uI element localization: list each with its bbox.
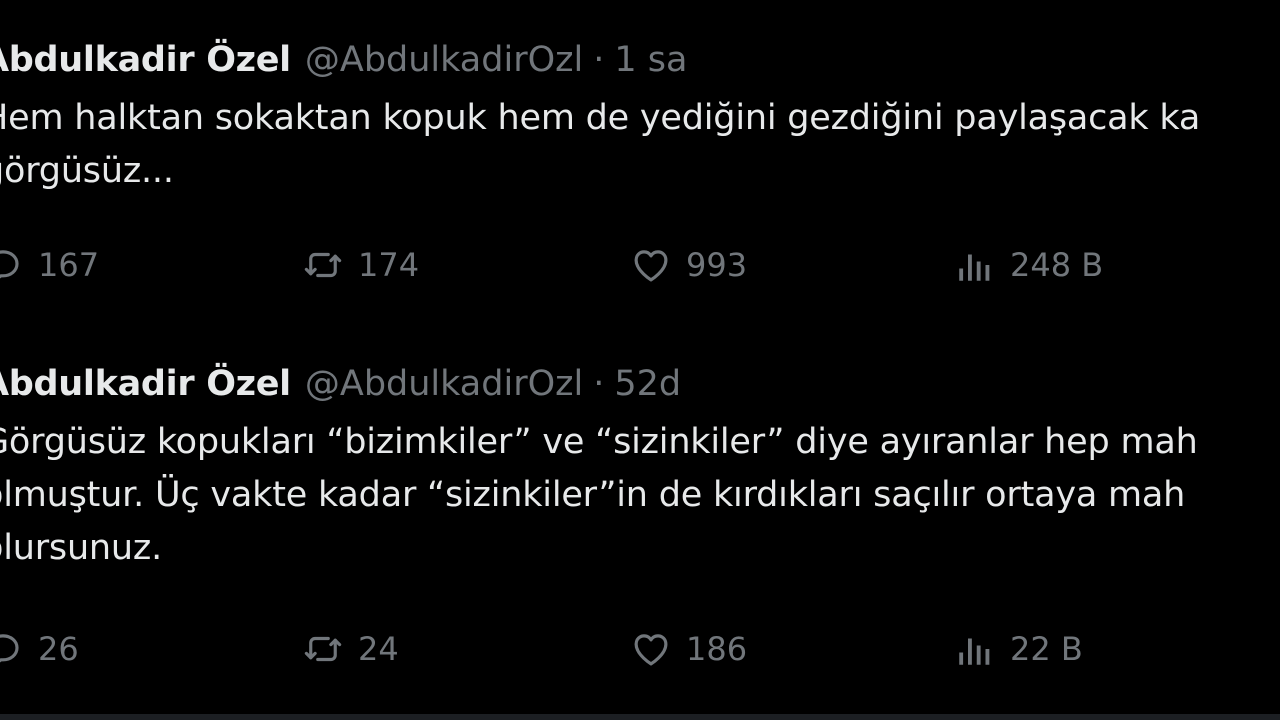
retweet-icon — [304, 252, 342, 278]
like-button[interactable]: 993 — [630, 240, 747, 290]
views-button[interactable]: 248 B — [954, 240, 1103, 290]
reply-button[interactable]: 26 — [0, 624, 79, 674]
like-button[interactable]: 186 — [630, 624, 747, 674]
tweet-text: Hem halktan sokaktan kopuk hem de yediği… — [0, 98, 1201, 191]
bottom-divider — [0, 714, 1280, 720]
retweet-count: 174 — [358, 246, 420, 284]
tweet-actions: 167 174 993 248 B — [0, 240, 1280, 290]
tweet-text: Görgüsüz kopukları “bizimkiler” ve “sizi… — [0, 422, 1198, 568]
separator-dot: · — [593, 40, 605, 80]
reply-button[interactable]: 167 — [0, 240, 99, 290]
tweet-timestamp[interactable]: 1 sa — [614, 34, 687, 86]
heart-icon — [634, 634, 668, 666]
heart-icon — [634, 250, 668, 282]
reply-count: 26 — [38, 630, 79, 668]
tweet-timestamp[interactable]: 52d — [614, 358, 681, 410]
like-count: 186 — [686, 630, 748, 668]
tweet[interactable]: Abdulkadir Özel @AbdulkadirOzl · 1 sa He… — [0, 34, 1280, 284]
tweet[interactable]: Abdulkadir Özel @AbdulkadirOzl · 52d Gör… — [0, 358, 1280, 668]
retweet-count: 24 — [358, 630, 399, 668]
analytics-icon — [959, 638, 990, 665]
like-count: 993 — [686, 246, 748, 284]
analytics-icon — [959, 254, 990, 281]
author-handle[interactable]: @AbdulkadirOzl — [305, 358, 583, 410]
author-handle[interactable]: @AbdulkadirOzl — [305, 34, 583, 86]
reply-icon — [0, 250, 19, 279]
retweet-button[interactable]: 174 — [302, 240, 419, 290]
retweet-button[interactable]: 24 — [302, 624, 399, 674]
author-name[interactable]: Abdulkadir Özel — [0, 34, 291, 86]
separator-dot: · — [593, 364, 605, 404]
views-button[interactable]: 22 B — [954, 624, 1083, 674]
author-name[interactable]: Abdulkadir Özel — [0, 358, 291, 410]
tweet-header: Abdulkadir Özel @AbdulkadirOzl · 52d — [0, 358, 1280, 410]
retweet-icon — [304, 636, 342, 662]
tweet-actions: 26 24 186 22 B — [0, 624, 1280, 674]
reply-count: 167 — [38, 246, 100, 284]
view-count: 22 B — [1010, 630, 1083, 668]
view-count: 248 B — [1010, 246, 1104, 284]
tweet-header: Abdulkadir Özel @AbdulkadirOzl · 1 sa — [0, 34, 1280, 86]
reply-icon — [0, 634, 19, 663]
